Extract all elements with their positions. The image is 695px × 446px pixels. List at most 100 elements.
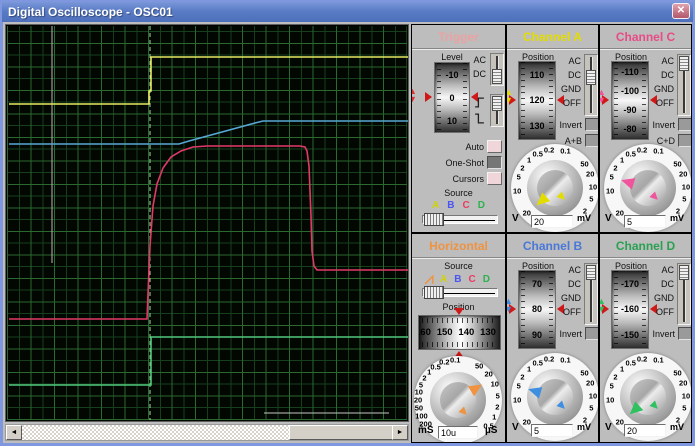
trigger-oneshot-label: One-Shot <box>445 158 484 168</box>
dial-scale-label: 0.2 <box>543 354 555 364</box>
channel-d-updown-icon[interactable]: ▲▼ <box>600 297 606 314</box>
dial-scale-label: 5 <box>609 172 614 182</box>
tick-label: -160 <box>620 304 639 315</box>
channel-a-updown-icon[interactable]: ▲▼ <box>507 88 513 105</box>
trigger-level-arrow-left[interactable] <box>425 92 432 102</box>
scrollbar-right-arrow-icon[interactable]: ► <box>392 425 408 440</box>
display-scrollbar[interactable]: ◄ ► <box>5 424 409 441</box>
trigger-auto-button[interactable] <box>487 140 502 153</box>
channel-a-scale-input[interactable] <box>531 215 573 228</box>
channel-d-invert-button[interactable] <box>678 327 691 340</box>
dial-scale-label: 10 <box>588 182 598 192</box>
channel-b-updown-icon[interactable]: ▲▼ <box>507 297 513 314</box>
dial-scale-label: 0.5 <box>532 358 543 368</box>
trigger-source-slider[interactable] <box>422 213 498 226</box>
channel-d-scale-input[interactable] <box>624 424 666 437</box>
window-titlebar[interactable]: Digital Oscilloscope - OSC01 <box>2 2 693 22</box>
slider-thumb[interactable] <box>424 213 444 226</box>
channel-c-scale-input[interactable] <box>624 215 666 228</box>
tick-label: 130 <box>480 327 496 338</box>
channel-a-coupling-toggle[interactable] <box>584 54 598 116</box>
trigger-updown-icon[interactable]: ▲▼ <box>412 87 417 104</box>
source-channel-b: B <box>447 200 455 211</box>
channel-b-scale-input[interactable] <box>531 424 573 437</box>
dial-scale-label: 2 <box>495 402 500 412</box>
trigger-source-label: Source <box>444 188 473 198</box>
channel-a-scale-knob[interactable] <box>527 160 583 216</box>
channel-a-sum-button[interactable] <box>585 134 598 147</box>
dial-scale-label: 20 <box>615 417 624 427</box>
channel-b-invert-label: Invert <box>559 329 582 339</box>
horizontal-timebase-input[interactable] <box>438 426 478 439</box>
channel-b-coupling-off: OFF <box>563 307 581 317</box>
channel-b-scale-knob[interactable] <box>527 369 583 425</box>
dial-scale-label: 1 <box>526 364 532 374</box>
toggle-thumb[interactable] <box>492 69 502 84</box>
channel-c-coupling-dc: DC <box>661 70 674 80</box>
slider-thumb[interactable] <box>424 286 444 299</box>
scrollbar-left-arrow-icon[interactable]: ◄ <box>6 425 22 440</box>
dial-scale-label: 20 <box>484 369 493 379</box>
dial-scale-label: 20 <box>522 208 531 218</box>
trigger-oneshot-button[interactable] <box>487 156 502 169</box>
dial-scale-label: 5 <box>589 194 594 204</box>
channel-a-invert-button[interactable] <box>585 118 598 131</box>
waveform-source-icon <box>424 274 434 285</box>
dial-scale-label: 10 <box>605 395 615 405</box>
dial-scale-label: 2 <box>613 163 618 173</box>
channel-d-trace <box>9 336 408 386</box>
tick-label: 150 <box>436 327 453 338</box>
dial-scale-label: 5 <box>516 381 521 391</box>
horizontal-position-arrow-top[interactable] <box>454 308 464 315</box>
channel-b-title: Channel B <box>522 239 583 253</box>
horizontal-timebase-knob[interactable] <box>430 372 486 428</box>
trigger-coupling-toggle[interactable] <box>490 53 504 86</box>
channel-c-updown-icon[interactable]: ▲▼ <box>600 88 606 105</box>
trigger-panel: Trigger Level -10010 ▲▼ AC DC Auto One-S… <box>411 24 506 233</box>
scrollbar-thumb[interactable] <box>289 425 393 440</box>
channel-d-panel: Channel D Position -170-160-150 ▲▼ AC DC… <box>599 233 692 443</box>
channel-b-panel: Channel B Position 708090 ▲▼ AC DC GND O… <box>506 233 599 443</box>
channel-c-trace <box>9 145 408 320</box>
horizontal-source-slider[interactable] <box>422 286 498 299</box>
tick-label: 160 <box>419 327 431 338</box>
rising-edge-icon <box>475 97 484 108</box>
trigger-cursors-button[interactable] <box>487 172 502 185</box>
channel-a-coupling-gnd: GND <box>561 84 581 94</box>
dial-scale-label: 2 <box>520 163 525 173</box>
dial-scale-label: 10 <box>512 186 522 196</box>
panel-separator <box>412 257 505 259</box>
dial-scale-label: 2 <box>613 372 618 382</box>
channel-b-coupling-toggle[interactable] <box>584 263 598 325</box>
horizontal-source-letters: ABCD <box>440 274 490 285</box>
channel-d-coupling-toggle[interactable] <box>677 263 691 325</box>
channel-b-invert-button[interactable] <box>585 327 598 340</box>
tick-label: 120 <box>529 95 545 106</box>
dial-scale-label: 0.1 <box>560 146 571 156</box>
dial-scale-label: 0.2 <box>636 354 648 364</box>
tick-label: 70 <box>531 278 542 289</box>
panel-separator <box>600 257 691 259</box>
panel-separator <box>507 257 598 259</box>
channel-c-coupling-off: OFF <box>656 98 674 108</box>
dial-scale-label: 20 <box>615 208 624 218</box>
dial-scale-label: 0.1 <box>449 355 461 365</box>
panel-separator <box>507 48 598 50</box>
channel-c-coupling-toggle[interactable] <box>677 54 691 116</box>
toggle-thumb[interactable] <box>679 265 689 280</box>
channel-c-sum-button[interactable] <box>678 134 691 147</box>
dial-scale-label: 5 <box>589 403 594 413</box>
dial-scale-label: 0.5 <box>625 149 636 159</box>
horizontal-position-slider[interactable]: 160 150 140 130 <box>418 315 501 350</box>
dial-scale-label: 50 <box>673 368 682 378</box>
close-icon[interactable]: ✕ <box>672 3 690 19</box>
toggle-thumb[interactable] <box>586 70 596 85</box>
toggle-thumb[interactable] <box>679 56 689 71</box>
channel-d-scale-knob[interactable] <box>620 369 676 425</box>
toggle-thumb[interactable] <box>586 265 596 280</box>
channel-c-invert-button[interactable] <box>678 118 691 131</box>
trigger-edge-toggle[interactable] <box>490 94 504 127</box>
toggle-thumb[interactable] <box>492 96 502 111</box>
channel-c-scale-knob[interactable] <box>620 160 676 216</box>
tick-label: 0 <box>449 92 455 103</box>
